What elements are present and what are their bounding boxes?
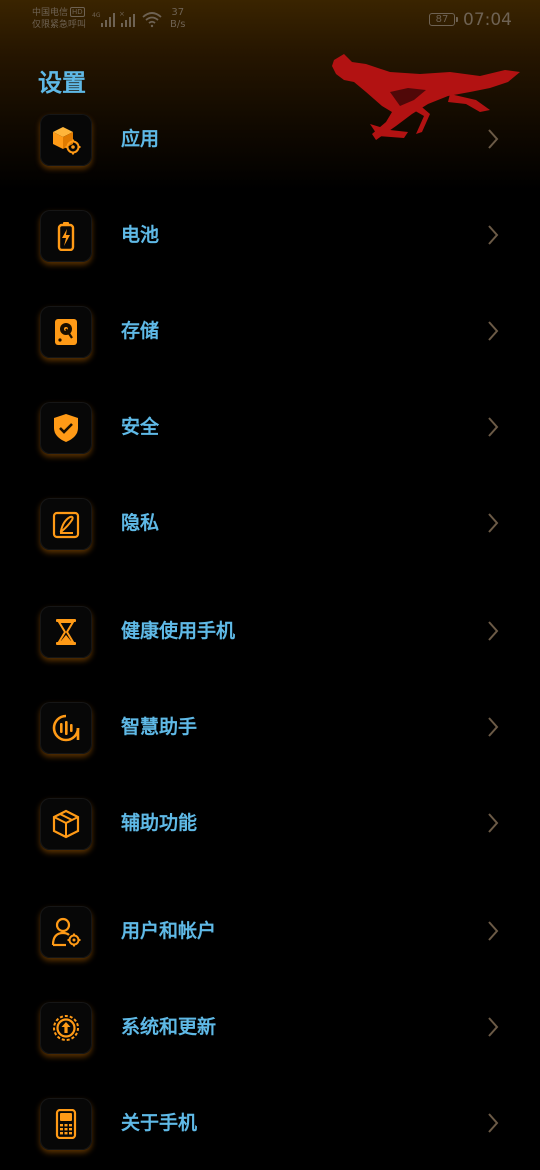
battery-indicator: 87 [429,13,458,26]
chevron-right-icon [488,717,499,737]
settings-item-label: 电池 [121,224,160,246]
settings-item-label: 应用 [121,128,160,150]
settings-item-about-phone[interactable]: 关于手机 [0,1082,540,1166]
chevron-right-icon [488,513,499,533]
svg-text:×: × [119,10,125,18]
phone-icon-tile [40,1098,92,1150]
settings-item-storage[interactable]: 存储 [0,290,540,374]
signal-tag-text: 4G [92,12,101,19]
settings-item-users-accounts[interactable]: 用户和帐户 [0,890,540,974]
privacy-icon [52,511,80,539]
system-update-icon-tile [40,1002,92,1054]
chevron-right-icon [488,1017,499,1037]
storage-icon-tile [40,306,92,358]
settings-screen: 中国电信 HD 仅限紧急呼叫 4G × 37 B/s 87 07:04 设置 应… [0,0,540,1170]
assistant-icon [52,714,80,742]
settings-item-label: 用户和帐户 [121,920,217,942]
settings-item-label: 存储 [121,320,160,342]
apps-icon-tile [40,114,92,166]
assistant-icon-tile [40,702,92,754]
settings-item-label: 智慧助手 [121,716,198,738]
shield-icon [54,414,78,442]
privacy-icon-tile [40,498,92,550]
hourglass-icon [56,619,76,645]
wifi-icon [142,12,162,28]
settings-item-accessibility[interactable]: 辅助功能 [0,782,540,866]
chevron-right-icon [488,225,499,245]
settings-item-privacy[interactable]: 隐私 [0,482,540,566]
battery-icon-tile [40,210,92,262]
signal-strength-icon [101,13,115,27]
settings-item-label: 辅助功能 [121,812,198,834]
phone-icon [55,1109,77,1139]
battery-icon [57,222,75,251]
page-title: 设置 [38,69,86,97]
settings-item-label: 健康使用手机 [121,620,236,642]
no-signal-icon: × [119,10,135,27]
settings-item-label: 隐私 [121,512,160,534]
settings-item-smart-assistant[interactable]: 智慧助手 [0,686,540,770]
chevron-right-icon [488,129,499,149]
chevron-right-icon [488,417,499,437]
battery-level: 87 [435,14,449,25]
chevron-right-icon [488,1113,499,1133]
chevron-right-icon [488,621,499,641]
settings-item-battery[interactable]: 电池 [0,194,540,278]
network-speed-unit: B/s [170,19,186,30]
storage-icon [55,319,77,345]
shield-icon-tile [40,402,92,454]
settings-item-label: 系统和更新 [121,1016,217,1038]
chevron-right-icon [488,921,499,941]
settings-item-label: 安全 [121,416,160,438]
accessibility-icon-tile [40,798,92,850]
user-gear-icon-tile [40,906,92,958]
network-speed: 37 B/s [170,7,185,31]
settings-item-label: 关于手机 [121,1112,198,1134]
settings-item-security[interactable]: 安全 [0,386,540,470]
clock: 07:04 [463,10,512,30]
signal-wifi-icons: 4G × [92,10,162,28]
accessibility-box-icon [52,809,80,839]
status-bar: 中国电信 HD 仅限紧急呼叫 4G × 37 B/s 87 07:04 [0,0,540,40]
settings-item-digital-balance[interactable]: 健康使用手机 [0,590,540,674]
carrier-name: 中国电信 [32,8,69,18]
chevron-right-icon [488,813,499,833]
network-speed-value: 37 [171,7,185,18]
apps-icon [53,127,81,155]
settings-item-apps[interactable]: 应用 [0,98,540,182]
hd-badge: HD [70,7,85,17]
chevron-right-icon [488,321,499,341]
user-gear-icon [51,917,81,947]
settings-item-system-update[interactable]: 系统和更新 [0,986,540,1070]
system-update-icon [53,1015,79,1041]
emergency-only-text: 仅限紧急呼叫 [32,20,87,30]
carrier-info: 中国电信 HD 仅限紧急呼叫 [32,7,86,31]
hourglass-icon-tile [40,606,92,658]
